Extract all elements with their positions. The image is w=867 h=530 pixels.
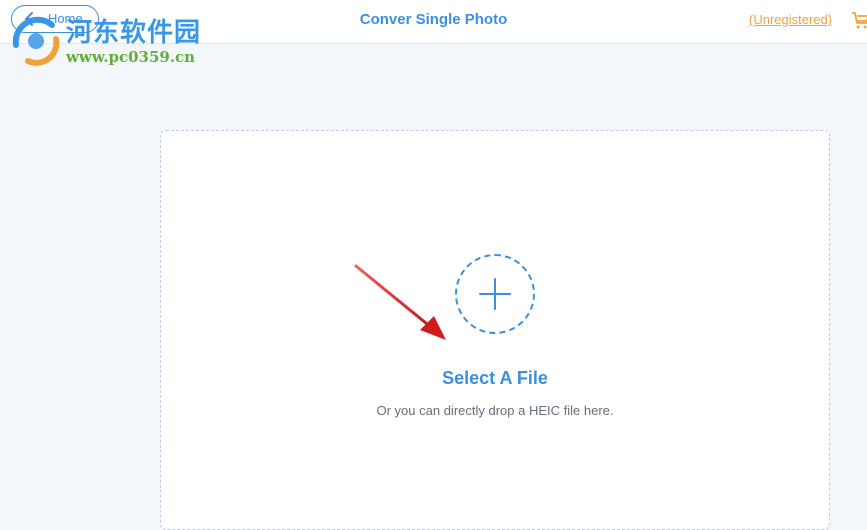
watermark-site-name: 河东软件园 (66, 18, 202, 48)
unregistered-link[interactable]: (Unregistered) (749, 12, 832, 27)
add-file-button[interactable] (455, 254, 535, 334)
watermark-logo-icon (12, 16, 60, 66)
cart-icon[interactable] (851, 10, 867, 30)
plus-icon (479, 278, 511, 310)
annotation-arrow-icon (354, 264, 446, 340)
watermark-site-url: www.pc0359.cn (66, 48, 196, 66)
drop-hint-text: Or you can directly drop a HEIC file her… (376, 403, 614, 418)
select-file-label[interactable]: Select A File (160, 368, 830, 389)
